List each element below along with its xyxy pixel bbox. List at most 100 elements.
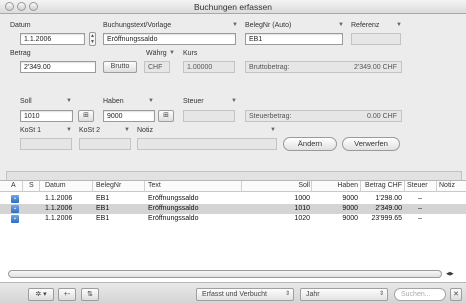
booking-status-icon: ▪	[11, 195, 19, 203]
waehrung-field[interactable]: CHF	[144, 61, 170, 73]
belegnr-label: BelegNr (Auto)	[245, 22, 292, 29]
title-bar: Buchungen erfassen	[0, 0, 466, 14]
cell-datum: 1.1.2006	[45, 205, 73, 212]
cell-steuer: –	[418, 215, 422, 222]
popup-arrows-icon: ⇕	[284, 291, 290, 297]
haben-dropdown-icon[interactable]: ▼	[148, 98, 154, 104]
period-popup[interactable]: Jahr ⇕	[300, 288, 388, 301]
kost1-dropdown-icon[interactable]: ▼	[66, 127, 72, 133]
scroll-right-icon[interactable]: ▶	[450, 271, 454, 277]
cell-steuer: –	[418, 205, 422, 212]
popup-arrows-icon: ⇕	[378, 291, 384, 297]
kost2-dropdown-icon[interactable]: ▼	[124, 127, 130, 133]
kost2-label: KoSt 2	[79, 127, 101, 134]
notiz-field[interactable]	[137, 138, 277, 150]
kurs-field[interactable]: 1.00000	[183, 61, 235, 73]
column-separator	[436, 181, 437, 192]
bruttobetrag-label: Bruttobetrag:	[249, 64, 290, 71]
booking-form: Datum Buchungstext/Vorlage ▼ BelegNr (Au…	[0, 14, 466, 200]
kost2-field[interactable]	[79, 138, 131, 150]
column-header-text[interactable]: Text	[148, 182, 161, 189]
column-header-belegnr[interactable]: BelegNr	[96, 182, 121, 189]
kost1-label: KoSt 1	[20, 127, 42, 134]
cell-belegnr: EB1	[96, 195, 110, 202]
column-header-datum[interactable]: Datum	[45, 182, 66, 189]
column-header-haben[interactable]: Haben	[314, 182, 358, 189]
bruttobetrag-display: Bruttobetrag: 2'349.00 CHF	[245, 61, 402, 73]
verwerfen-button[interactable]: Verwerfen	[342, 137, 400, 151]
belegnr-dropdown-icon[interactable]: ▼	[338, 22, 344, 28]
action-menu-button[interactable]: ✲ ▾	[28, 288, 54, 301]
sort-button[interactable]: ⇅	[81, 288, 99, 301]
referenz-field[interactable]	[351, 33, 401, 45]
cell-text: Eröffnungssaldo	[148, 205, 199, 212]
cell-belegnr: EB1	[96, 215, 110, 222]
waehrung-dropdown-icon[interactable]: ▼	[169, 50, 175, 56]
column-header-notiz[interactable]: Notiz	[439, 182, 455, 189]
clear-search-icon: ✕	[453, 291, 459, 298]
search-input[interactable]: Suchen...	[394, 288, 446, 301]
cell-steuer: –	[418, 195, 422, 202]
soll-dropdown-icon[interactable]: ▼	[66, 98, 72, 104]
window-title: Buchungen erfassen	[194, 2, 272, 12]
cell-soll: 1000	[294, 195, 310, 202]
sort-icon: ⇅	[87, 291, 93, 298]
column-separator	[241, 181, 242, 192]
column-header-s[interactable]: S	[29, 182, 34, 189]
table-header: A S Datum BelegNr Text Soll Haben Betrag…	[0, 181, 466, 192]
cell-datum: 1.1.2006	[45, 195, 73, 202]
booking-status-icon: ▪	[11, 205, 19, 213]
kurs-label: Kurs	[183, 50, 198, 57]
table-row[interactable]: ▪ 1.1.2006 EB1 Eröffnungssaldo 1020 9000…	[0, 214, 466, 224]
column-header-betrag[interactable]: Betrag CHF	[362, 182, 402, 189]
cell-belegnr: EB1	[96, 205, 110, 212]
kost1-field[interactable]	[20, 138, 72, 150]
notiz-dropdown-icon[interactable]: ▼	[270, 127, 276, 133]
soll-field[interactable]: 1010	[20, 110, 73, 122]
steuer-label: Steuer	[183, 98, 204, 105]
add-row-button[interactable]: +-	[58, 288, 76, 301]
datum-field[interactable]: 1.1.2006	[20, 33, 85, 45]
add-row-icon: +-	[63, 291, 71, 298]
column-header-soll[interactable]: Soll	[260, 182, 310, 189]
cell-soll: 1020	[294, 215, 310, 222]
referenz-label: Referenz	[351, 22, 380, 29]
soll-lookup-button[interactable]: ⊞	[78, 110, 94, 122]
buchungstext-field[interactable]: Eröffnungssaldo	[103, 33, 236, 45]
column-separator	[404, 181, 405, 192]
table-row-selected[interactable]: ▪ 1.1.2006 EB1 Eröffnungssaldo 1010 9000…	[0, 204, 466, 214]
cell-betrag: 23'999.65	[371, 215, 402, 222]
betrag-field[interactable]: 2'349.00	[20, 61, 96, 73]
column-header-a[interactable]: A	[11, 182, 16, 189]
referenz-dropdown-icon[interactable]: ▼	[396, 22, 402, 28]
datum-stepper[interactable]: ▲ ▼	[89, 32, 96, 46]
cell-betrag: 1'298.00	[375, 195, 402, 202]
cell-text: Eröffnungssaldo	[148, 195, 199, 202]
waehrung-label: Währg	[146, 50, 167, 57]
column-separator	[92, 181, 93, 192]
steuerbetrag-label: Steuerbetrag:	[249, 113, 292, 120]
haben-field[interactable]: 9000	[103, 110, 155, 122]
brutto-button[interactable]: Brutto	[103, 61, 137, 73]
mode-popup-label: Erfasst und Verbucht	[202, 291, 267, 298]
notiz-label: Notiz	[137, 127, 153, 134]
clear-search-button[interactable]: ✕	[450, 288, 462, 301]
column-separator	[39, 181, 40, 192]
mode-popup[interactable]: Erfasst und Verbucht ⇕	[196, 288, 294, 301]
aendern-button[interactable]: Ändern	[283, 137, 337, 151]
column-header-steuer[interactable]: Steuer	[407, 182, 428, 189]
haben-lookup-button[interactable]: ⊞	[158, 110, 174, 122]
steuer-dropdown-icon[interactable]: ▼	[231, 98, 237, 104]
column-separator	[311, 181, 312, 192]
cell-datum: 1.1.2006	[45, 215, 73, 222]
column-separator	[22, 181, 23, 192]
belegnr-field[interactable]: EB1	[245, 33, 343, 45]
buchungstext-dropdown-icon[interactable]: ▼	[232, 22, 238, 28]
cell-text: Eröffnungssaldo	[148, 215, 199, 222]
steuerbetrag-value: 0.00 CHF	[367, 113, 397, 120]
horizontal-scrollbar[interactable]	[8, 270, 442, 278]
table-row[interactable]: ▪ 1.1.2006 EB1 Eröffnungssaldo 1000 9000…	[0, 194, 466, 204]
haben-label: Haben	[103, 98, 124, 105]
steuer-field[interactable]	[183, 110, 235, 122]
bottom-toolbar: ✲ ▾ +- ⇅ Erfasst und Verbucht ⇕ Jahr ⇕ S…	[0, 282, 466, 304]
